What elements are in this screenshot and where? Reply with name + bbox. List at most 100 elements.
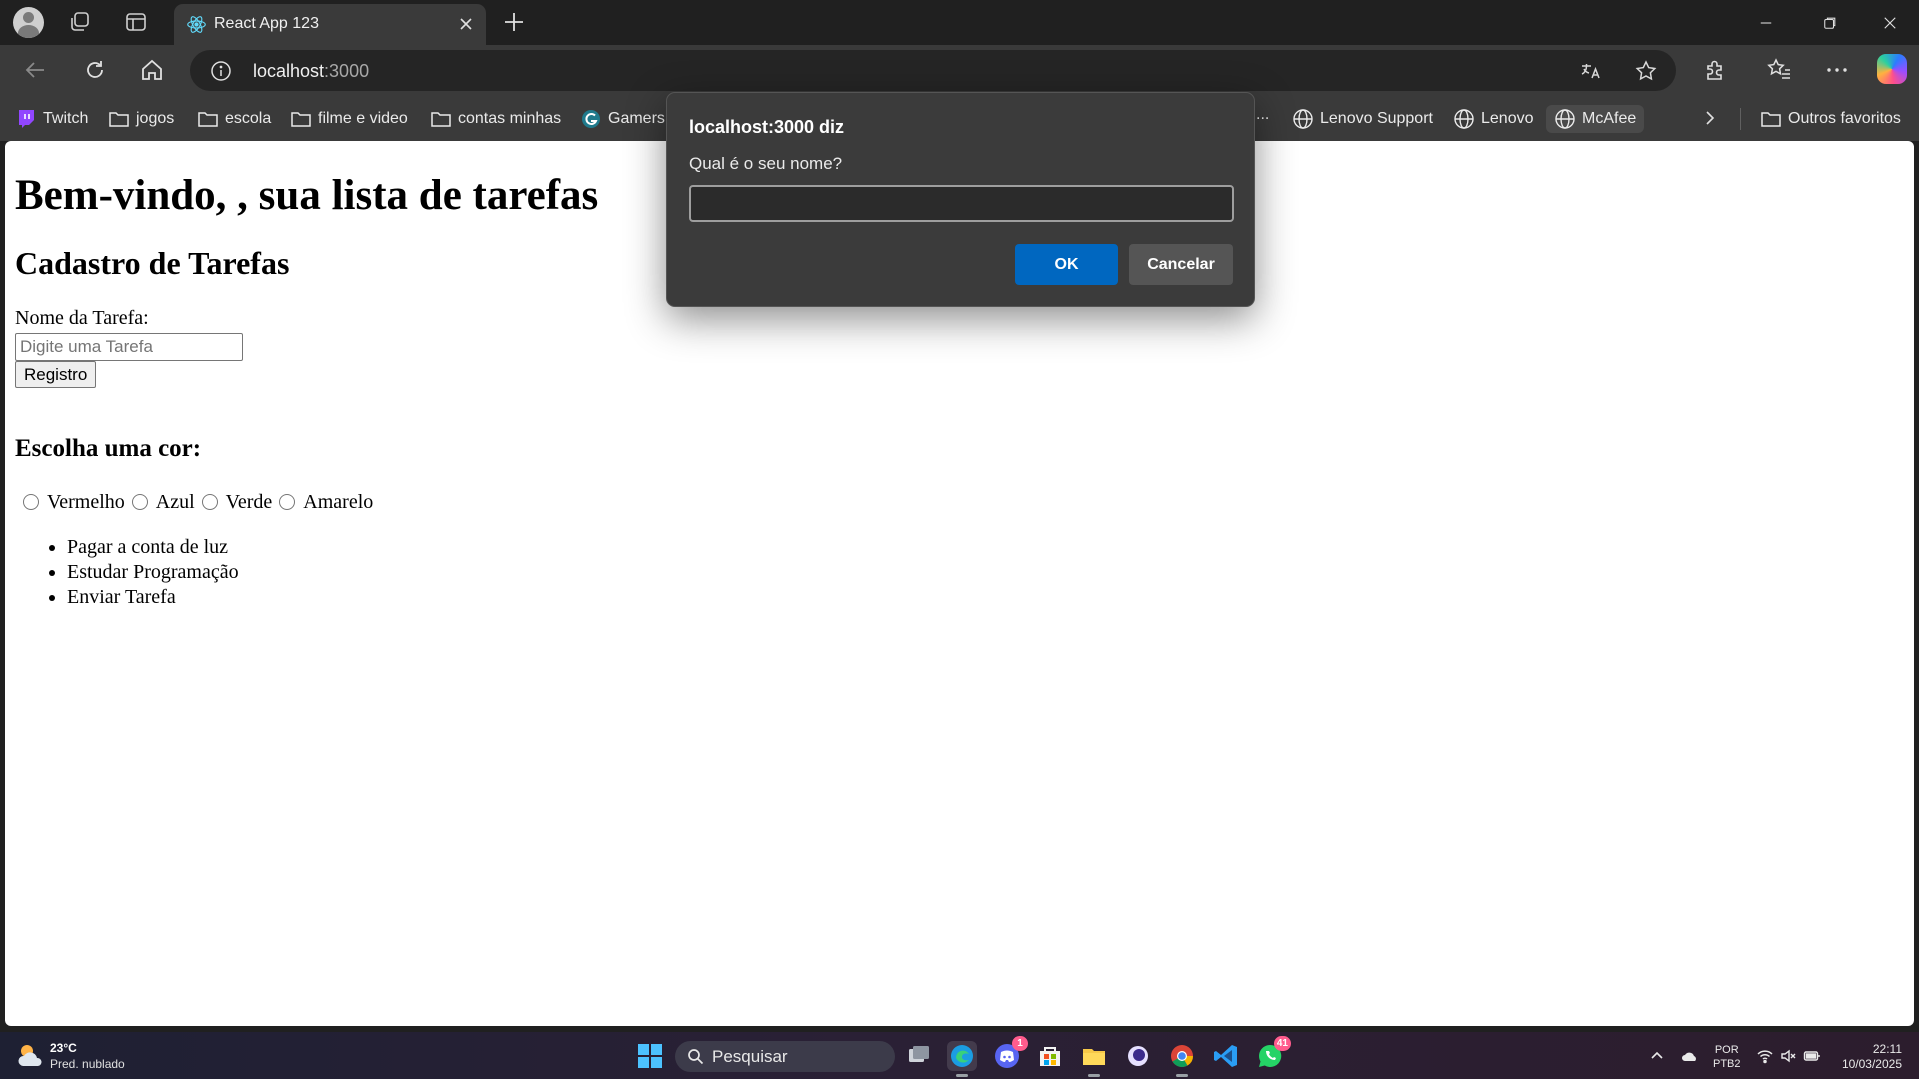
bookmark-mcafee[interactable]: McAfee	[1546, 105, 1645, 133]
radio-label: Amarelo	[303, 490, 374, 513]
running-app-indicator	[1176, 1074, 1188, 1077]
section-title: Cadastro de Tarefas	[15, 245, 290, 281]
refresh-icon[interactable]	[82, 57, 108, 83]
weather-temperature: 23°C	[50, 1041, 77, 1055]
task-view-icon[interactable]	[904, 1041, 934, 1071]
radio-label: Azul	[155, 490, 195, 513]
wifi-icon[interactable]	[1756, 1047, 1774, 1065]
discord-badge: 1	[1012, 1036, 1028, 1051]
task-name-input[interactable]	[15, 333, 243, 361]
workspaces-icon[interactable]	[68, 10, 92, 34]
active-app-indicator	[956, 1074, 968, 1077]
new-tab-icon[interactable]	[500, 8, 528, 36]
ok-button[interactable]: OK	[1015, 244, 1118, 285]
whatsapp-badge: 41	[1273, 1036, 1291, 1051]
bookmark-gamers[interactable]: Gamers	[580, 105, 665, 133]
globe-icon	[1555, 109, 1575, 129]
globe-icon	[1293, 109, 1313, 129]
bookmark-filme-e-video[interactable]: filme e video	[290, 105, 408, 133]
navigation-toolbar: localhost:3000	[0, 45, 1919, 96]
globe-icon	[1454, 109, 1474, 129]
restore-icon[interactable]	[1799, 0, 1861, 45]
url-text: localhost:3000	[253, 61, 370, 81]
bookmark-lenovo-support[interactable]: Lenovo Support	[1292, 105, 1433, 133]
close-window-icon[interactable]	[1859, 0, 1919, 45]
task-name-label: Nome da Tarefa:	[15, 307, 149, 329]
whatsapp-icon[interactable]: 41	[1255, 1036, 1291, 1071]
windows-start-icon[interactable]	[638, 1044, 662, 1068]
radio-vermelho[interactable]	[23, 494, 39, 510]
clock-time: 22:11	[1872, 1042, 1902, 1056]
chevron-up-icon[interactable]	[1648, 1047, 1666, 1065]
task-list: Pagar a conta de luz Estudar Programação…	[67, 535, 239, 610]
clock-date: 10/03/2025	[1841, 1057, 1902, 1071]
bookmark-jogos[interactable]: jogos	[108, 105, 174, 133]
taskbar: 23°C Pred. nublado Pesquisar 1 41 POR PT…	[0, 1032, 1919, 1079]
vscode-icon[interactable]	[1211, 1041, 1241, 1071]
radio-azul[interactable]	[131, 494, 148, 510]
favorite-star-icon[interactable]	[1634, 59, 1658, 83]
radio-amarelo[interactable]	[279, 494, 296, 510]
microsoft-store-icon[interactable]	[1035, 1041, 1065, 1071]
color-radio-group: Vermelho Azul Verde Amarelo	[19, 488, 376, 516]
search-label: Pesquisar	[712, 1047, 788, 1066]
language-indicator[interactable]: POR PTB2	[1713, 1043, 1741, 1071]
discord-icon[interactable]: 1	[992, 1036, 1028, 1071]
folder-icon	[1761, 112, 1781, 127]
file-explorer-icon[interactable]	[1079, 1041, 1109, 1077]
tab-actions-icon[interactable]	[124, 10, 148, 34]
list-item: Pagar a conta de luz	[67, 535, 239, 560]
weather-widget[interactable]: 23°C Pred. nublado	[16, 1040, 136, 1074]
onedrive-icon[interactable]	[1681, 1047, 1699, 1065]
bookmark-lenovo[interactable]: Lenovo	[1453, 105, 1534, 133]
more-options-icon[interactable]	[1824, 57, 1850, 83]
page-title: Bem-vindo, , sua lista de tarefas	[15, 172, 599, 219]
back-icon[interactable]	[23, 57, 49, 83]
list-item: Estudar Programação	[67, 560, 239, 585]
tab-strip: React App 123	[0, 0, 1919, 45]
favorites-icon[interactable]	[1766, 57, 1792, 83]
folder-icon	[431, 112, 451, 127]
system-clock[interactable]: 22:11 10/03/2025	[1830, 1042, 1902, 1072]
list-item: Enviar Tarefa	[67, 585, 239, 610]
bookmark-overflow-text: ...	[1256, 106, 1270, 123]
dialog-message: Qual é o seu nome?	[689, 154, 843, 173]
volume-muted-icon[interactable]	[1779, 1047, 1797, 1065]
partly-cloudy-icon	[18, 1045, 42, 1066]
close-tab-icon[interactable]	[458, 16, 474, 32]
translate-icon[interactable]	[1579, 59, 1603, 83]
chevron-right-icon[interactable]	[1700, 108, 1720, 128]
folder-icon	[109, 112, 129, 127]
dialog-title: localhost:3000 diz	[689, 117, 845, 137]
radio-verde[interactable]	[201, 494, 218, 510]
react-logo-icon	[186, 14, 207, 35]
twitch-icon	[19, 110, 34, 128]
home-icon[interactable]	[139, 57, 165, 83]
tab-react-app[interactable]: React App 123	[174, 4, 486, 45]
profile-avatar-icon[interactable]	[13, 7, 44, 38]
minimize-icon[interactable]	[1735, 0, 1797, 45]
site-info-icon[interactable]	[210, 60, 232, 82]
bookmark-other-favorites[interactable]: Outros favoritos	[1760, 105, 1901, 133]
bookmark-twitch[interactable]: Twitch	[15, 105, 88, 133]
bookmark-contas-minhas[interactable]: contas minhas	[430, 105, 561, 133]
taskbar-search[interactable]: Pesquisar	[675, 1041, 895, 1072]
register-button[interactable]: Registro	[15, 361, 97, 388]
address-bar[interactable]: localhost:3000	[190, 50, 1676, 91]
radio-label: Vermelho	[47, 490, 125, 513]
bookmark-escola[interactable]: escola	[197, 105, 271, 133]
copilot-icon[interactable]	[1877, 54, 1907, 84]
weather-description: Pred. nublado	[50, 1057, 125, 1071]
orb-app-icon[interactable]	[1123, 1041, 1153, 1071]
running-app-indicator	[1088, 1074, 1100, 1077]
cancel-button[interactable]: Cancelar	[1129, 244, 1233, 285]
edge-browser-icon[interactable]	[947, 1041, 977, 1077]
bookmark-separator	[1740, 108, 1741, 130]
dialog-name-input[interactable]	[689, 185, 1234, 222]
battery-icon[interactable]	[1803, 1047, 1821, 1065]
folder-icon	[198, 112, 218, 127]
extensions-icon[interactable]	[1702, 57, 1728, 83]
chrome-icon[interactable]	[1167, 1041, 1197, 1077]
prompt-dialog: localhost:3000 diz Qual é o seu nome? OK…	[666, 92, 1255, 307]
folder-icon	[291, 112, 311, 127]
